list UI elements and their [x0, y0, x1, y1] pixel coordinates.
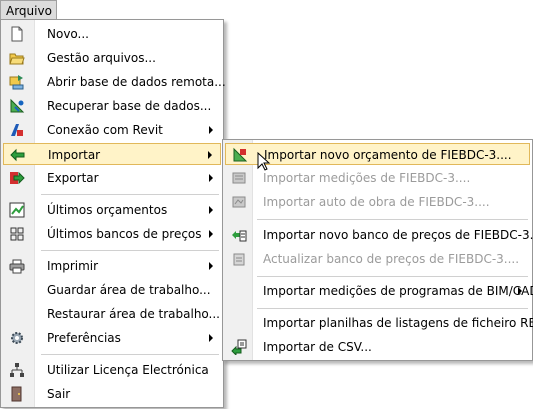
printer-icon: [9, 258, 25, 274]
chevron-right-icon: [209, 126, 213, 134]
new-document-icon: [9, 26, 25, 42]
recent-price-banks-icon: [9, 226, 25, 242]
menu-separator: [257, 219, 528, 220]
menu-item-preferences[interactable]: Preferências: [3, 327, 221, 349]
menu-item-open-remote-db[interactable]: Abrir base de dados remota...: [3, 71, 226, 93]
import-icon: [10, 147, 26, 163]
file-menu: Novo... Gestão arquivos... Abrir base de…: [0, 19, 226, 408]
revit-icon: [9, 122, 25, 138]
menu-item-revit-connection[interactable]: Conexão com Revit: [3, 119, 221, 141]
import-csv-icon: [231, 339, 247, 357]
import-budget-icon: [232, 147, 248, 163]
exit-door-icon: [9, 386, 25, 402]
gear-icon: [9, 330, 25, 346]
submenu-item-update-price-bank[interactable]: Actualizar banco de preços de FIEBDC-3..…: [225, 248, 530, 270]
menu-item-file-management[interactable]: Gestão arquivos...: [3, 47, 221, 69]
menu-item-exit[interactable]: Sair: [3, 383, 221, 405]
menu-separator: [257, 276, 528, 277]
import-measurements-icon: [231, 170, 247, 186]
menu-file[interactable]: Arquivo: [0, 0, 57, 20]
menu-item-recover-db[interactable]: Recuperar base de dados...: [3, 95, 221, 117]
import-work-report-icon: [231, 194, 247, 210]
chevron-right-icon: [209, 174, 213, 182]
export-icon: [9, 170, 25, 186]
menu-separator: [41, 194, 219, 195]
menu-separator: [41, 354, 219, 355]
menu-item-electronic-license[interactable]: Utilizar Licença Electrónica: [3, 359, 221, 381]
submenu-item-import-csv[interactable]: Importar de CSV...: [225, 336, 530, 358]
menu-item-save-workspace[interactable]: Guardar área de trabalho...: [3, 279, 221, 301]
submenu-item-import-price-bank[interactable]: Importar novo banco de preços de FIEBDC-…: [225, 224, 533, 246]
chevron-right-icon: [208, 151, 212, 159]
menu-separator: [41, 250, 219, 251]
import-submenu: Importar novo orçamento de FIEBDC-3.... …: [222, 139, 533, 361]
submenu-item-import-bim-cad[interactable]: Importar medições de programas de BIM/CA…: [225, 280, 533, 302]
menu-item-recent-price-banks[interactable]: Últimos bancos de preços: [3, 223, 221, 245]
recover-database-icon: [9, 98, 25, 114]
chevron-right-icon: [209, 206, 213, 214]
import-price-bank-icon: [231, 227, 247, 243]
menu-bar: Arquivo: [0, 0, 533, 20]
update-price-bank-icon: [231, 251, 247, 267]
menu-item-restore-workspace[interactable]: Restaurar área de trabalho...: [3, 303, 221, 325]
recent-budgets-icon: [9, 202, 25, 218]
license-network-icon: [9, 362, 25, 378]
menu-separator: [257, 308, 528, 309]
open-folder-icon: [9, 50, 25, 66]
submenu-item-import-rb-spreadsheets[interactable]: Importar planilhas de listagens de fiche…: [225, 312, 533, 334]
menu-item-new[interactable]: Novo...: [3, 23, 221, 45]
menu-item-recent-budgets[interactable]: Últimos orçamentos: [3, 199, 221, 221]
submenu-item-import-work-report[interactable]: Importar auto de obra de FIEBDC-3....: [225, 191, 530, 213]
mouse-cursor-icon: [257, 152, 271, 171]
menu-item-print[interactable]: Imprimir: [3, 255, 221, 277]
remote-database-icon: [9, 74, 25, 90]
chevron-right-icon: [209, 262, 213, 270]
menu-item-import[interactable]: Importar: [3, 143, 221, 165]
chevron-right-icon: [518, 287, 522, 295]
chevron-right-icon: [209, 230, 213, 238]
menu-item-export[interactable]: Exportar: [3, 167, 221, 189]
chevron-right-icon: [209, 334, 213, 342]
